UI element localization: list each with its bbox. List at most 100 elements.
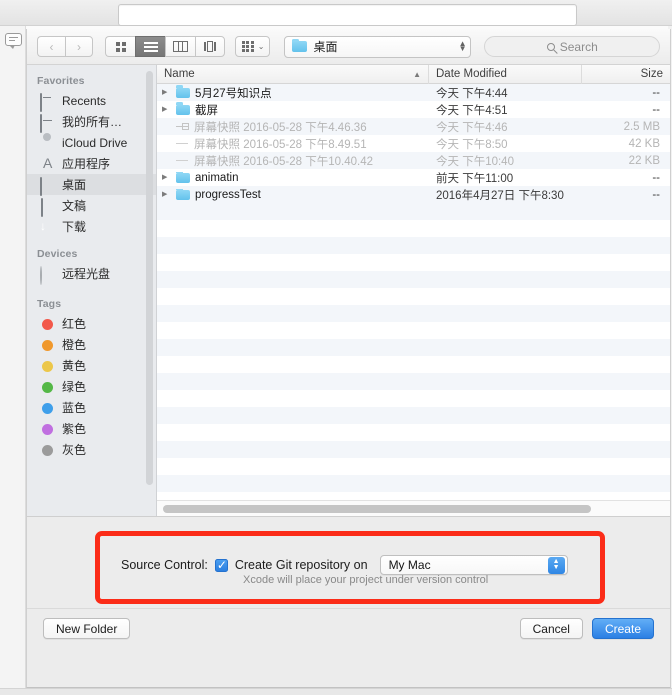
sidebar-item-remote-disc[interactable]: 远程光盘: [27, 263, 156, 284]
disclosure-spacer: ▶: [162, 140, 171, 147]
comment-bubble-icon[interactable]: [5, 33, 22, 46]
view-mode-icon-button[interactable]: [105, 36, 135, 57]
sidebar-item-tag-green[interactable]: 绿色: [27, 376, 156, 397]
tag-dot-icon: [42, 403, 53, 414]
folder-icon: [176, 88, 190, 98]
arrange-by-button[interactable]: ⌄: [235, 36, 270, 57]
chevron-right-icon: ›: [77, 41, 81, 53]
sort-ascending-icon: ▲: [413, 70, 421, 79]
remote-disc-icon: [40, 267, 55, 281]
sidebar-item-applications[interactable]: 应用程序: [27, 153, 156, 174]
cell-name: ▶ animatin: [157, 172, 429, 184]
back-button[interactable]: ‹: [37, 36, 65, 57]
cell-name: ▶ progressTest: [157, 189, 429, 201]
table-row[interactable]: ▶ 截屏 今天 下午4:51 --: [157, 101, 670, 118]
cell-name: ▶ 屏幕快照 2016-05-28 下午8.49.51: [157, 136, 429, 152]
view-mode-list-button[interactable]: [135, 36, 165, 57]
sidebar-item-label: 下载: [62, 218, 86, 235]
create-git-repository-label: Create Git repository on: [235, 558, 368, 572]
sidebar-item-label: 紫色: [62, 420, 86, 437]
table-row[interactable]: ▶ 5月27号知识点 今天 下午4:44 --: [157, 84, 670, 101]
view-mode-gallery-button[interactable]: [195, 36, 225, 57]
disclosure-triangle-icon[interactable]: ▶: [162, 89, 171, 96]
sidebar-item-icloud-drive[interactable]: iCloud Drive: [27, 132, 156, 153]
sidebar-item-tag-purple[interactable]: 紫色: [27, 418, 156, 439]
navigation-buttons: ‹ ›: [37, 36, 93, 57]
cell-size: 2.5 MB: [582, 121, 670, 133]
file-icon: [176, 139, 189, 149]
sidebar-item-tag-gray[interactable]: 灰色: [27, 439, 156, 460]
empty-row: [157, 339, 670, 356]
cell-date-modified: 今天 下午4:51: [429, 102, 582, 118]
empty-row: [157, 475, 670, 492]
cancel-button[interactable]: Cancel: [520, 618, 583, 639]
table-row[interactable]: ▶ progressTest 2016年4月27日 下午8:30 --: [157, 186, 670, 203]
forward-button[interactable]: ›: [65, 36, 93, 57]
sidebar-item-tag-blue[interactable]: 蓝色: [27, 397, 156, 418]
accessory-panel: Source Control: Create Git repository on…: [27, 517, 670, 648]
table-row[interactable]: ▶ animatin 前天 下午11:00 --: [157, 169, 670, 186]
cell-name: ▶ 屏幕快照 2016-05-28 下午10.40.42: [157, 153, 429, 169]
view-mode-column-button[interactable]: [165, 36, 195, 57]
empty-row: [157, 254, 670, 271]
sidebar-item-desktop[interactable]: 桌面: [27, 174, 156, 195]
git-location-popup-button[interactable]: My Mac ▲ ▼: [380, 555, 568, 575]
sidebar-item-label: 红色: [62, 315, 86, 332]
search-field[interactable]: Search: [484, 36, 660, 57]
cell-size: --: [582, 87, 670, 99]
sidebar-item-label: 黄色: [62, 357, 86, 374]
stepper-down-icon: ▼: [459, 47, 467, 52]
sidebar-item-tag-red[interactable]: 红色: [27, 313, 156, 334]
git-location-value: My Mac: [389, 558, 431, 572]
stepper-icon: ▲ ▼: [548, 557, 565, 574]
column-header-size[interactable]: Size: [582, 65, 670, 84]
create-git-repository-checkbox[interactable]: [215, 559, 228, 572]
sidebar-scrollbar[interactable]: [146, 71, 153, 485]
cell-date-modified: 今天 下午10:40: [429, 153, 582, 169]
horizontal-scrollbar-thumb[interactable]: [163, 505, 591, 513]
sidebar-item-all-my-files[interactable]: 我的所有…: [27, 111, 156, 132]
new-folder-button[interactable]: New Folder: [43, 618, 130, 639]
sidebar-item-documents[interactable]: 文稿: [27, 195, 156, 216]
column-header-label: Size: [641, 68, 663, 80]
disclosure-spacer: ▶: [162, 123, 171, 130]
horizontal-scrollbar[interactable]: [157, 500, 670, 516]
cell-size: 22 KB: [582, 155, 670, 167]
disclosure-triangle-icon[interactable]: ▶: [162, 191, 171, 198]
file-name: 截屏: [195, 102, 218, 118]
save-as-name-input[interactable]: [118, 4, 577, 26]
host-window-bottom-strip: [0, 688, 672, 695]
tag-dot-icon: [42, 445, 53, 456]
cell-size: --: [582, 104, 670, 116]
file-icon: [176, 156, 189, 166]
column-header-label: Name: [164, 68, 195, 80]
host-window-left-gutter: [0, 26, 26, 695]
column-header-name[interactable]: Name ▲: [157, 65, 429, 84]
disclosure-triangle-icon[interactable]: ▶: [162, 106, 171, 113]
empty-row: [157, 203, 670, 220]
tag-dot-icon: [42, 382, 53, 393]
file-name: progressTest: [195, 189, 261, 201]
sidebar-item-label: 我的所有…: [62, 113, 122, 130]
column-header-date-modified[interactable]: Date Modified: [429, 65, 582, 84]
sidebar-item-label: 应用程序: [62, 155, 110, 172]
file-name: 5月27号知识点: [195, 85, 272, 101]
sidebar-item-tag-orange[interactable]: 橙色: [27, 334, 156, 355]
cell-name: ▶ 5月27号知识点: [157, 85, 429, 101]
all-my-files-icon: [40, 115, 55, 129]
location-popup-button[interactable]: 桌面 ▲ ▼: [284, 36, 471, 58]
empty-row: [157, 424, 670, 441]
disclosure-triangle-icon[interactable]: ▶: [162, 174, 171, 181]
sidebar-item-label: 绿色: [62, 378, 86, 395]
create-button[interactable]: Create: [592, 618, 654, 639]
cell-size: --: [582, 172, 670, 184]
sidebar-item-recents[interactable]: Recents: [27, 90, 156, 111]
empty-row: [157, 441, 670, 458]
sidebar-item-downloads[interactable]: 下载: [27, 216, 156, 237]
sidebar-item-label: 橙色: [62, 336, 86, 353]
cell-date-modified: 今天 下午4:46: [429, 119, 582, 135]
sidebar-item-tag-yellow[interactable]: 黄色: [27, 355, 156, 376]
file-browser: Favorites Recents 我的所有… iCloud Drive 应用程…: [27, 65, 670, 517]
cell-size: 42 KB: [582, 138, 670, 150]
coverflow-icon: [204, 41, 215, 52]
